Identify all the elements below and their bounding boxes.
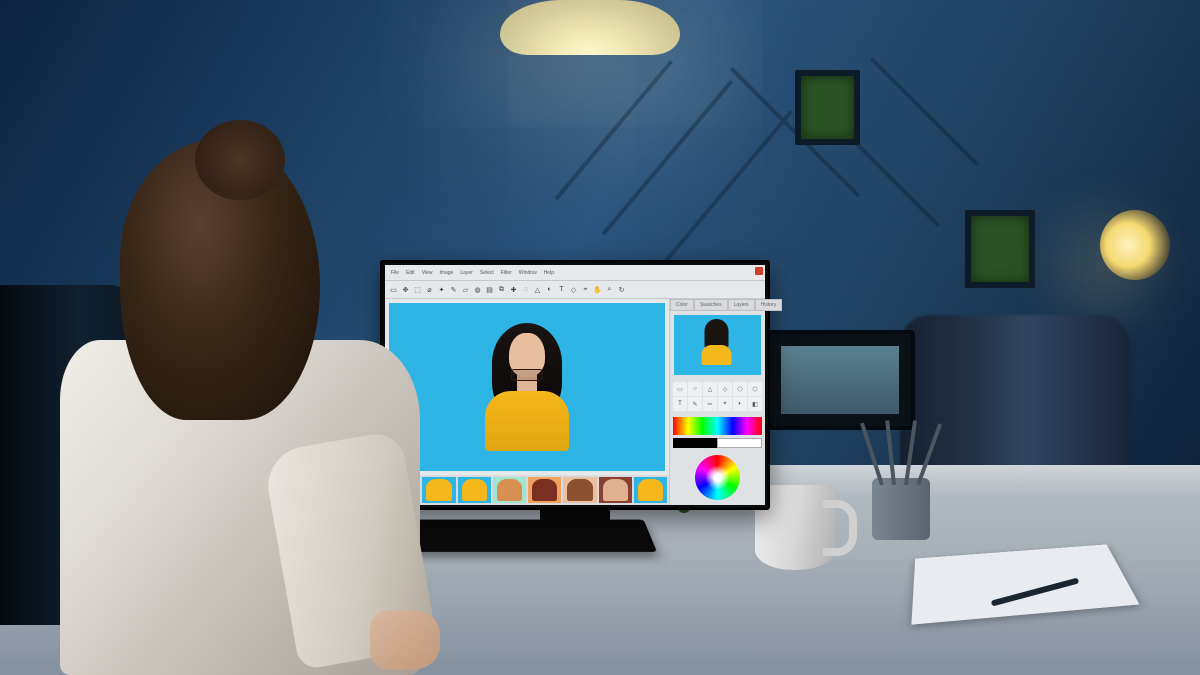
thumbnail[interactable] <box>599 477 632 503</box>
tab-layers[interactable]: Layers <box>728 299 755 311</box>
main-monitor: FileEditViewImageLayerSelectFilterWindow… <box>380 260 770 510</box>
sharpen-icon[interactable]: △ <box>533 285 542 294</box>
text-icon[interactable]: T <box>557 285 566 294</box>
heal-icon[interactable]: ✚ <box>509 285 518 294</box>
tab-swatches[interactable]: Swatches <box>694 299 728 311</box>
close-icon[interactable] <box>755 267 763 275</box>
color-spectrum[interactable] <box>673 417 762 435</box>
tool-cell[interactable]: ⌖ <box>718 397 732 411</box>
thumbnail[interactable] <box>528 477 561 503</box>
tool-cell[interactable]: △ <box>703 382 717 396</box>
thumbnail[interactable] <box>458 477 491 503</box>
moss-panel <box>965 210 1035 288</box>
thumbnail[interactable] <box>422 477 455 503</box>
person-at-desk <box>0 140 420 675</box>
menu-filter[interactable]: Filter <box>499 269 514 277</box>
wand-icon[interactable]: ✦ <box>437 285 446 294</box>
background-monitor <box>765 330 915 430</box>
tool-cell[interactable]: ⬡ <box>748 382 762 396</box>
preview-panel <box>674 315 761 375</box>
thumbnail[interactable] <box>563 477 596 503</box>
eraser-icon[interactable]: ▱ <box>461 285 470 294</box>
clone-icon[interactable]: ⧉ <box>497 285 506 294</box>
tool-palette: ▭○△◇⬠⬡ T✎✂⌖◐◧ <box>670 379 765 414</box>
shape-icon[interactable]: ◇ <box>569 285 578 294</box>
side-panel: ColorSwatchesLayersHistory ▭○△◇⬠⬡T✎✂⌖◐◧ <box>670 299 765 505</box>
rotate-icon[interactable]: ↻ <box>617 285 626 294</box>
tool-cell[interactable]: ◐ <box>733 397 747 411</box>
tool-cell[interactable]: T <box>673 397 687 411</box>
menu-image[interactable]: Image <box>437 269 455 277</box>
tool-cell[interactable]: ⬠ <box>733 382 747 396</box>
pencil-holder <box>872 478 930 540</box>
tab-history[interactable]: History <box>755 299 783 311</box>
lasso-icon[interactable]: ⌀ <box>425 285 434 294</box>
dodge-icon[interactable]: ◐ <box>545 285 554 294</box>
bw-swatches[interactable] <box>673 438 762 448</box>
menu-window[interactable]: Window <box>517 269 539 277</box>
tab-color[interactable]: Color <box>670 299 694 311</box>
zoom-icon[interactable]: ⌕ <box>605 285 614 294</box>
thumbnail[interactable] <box>634 477 667 503</box>
editor-canvas[interactable] <box>389 303 665 471</box>
hand-icon[interactable]: ✋ <box>593 285 602 294</box>
blur-icon[interactable]: ◌ <box>521 285 530 294</box>
menu-select[interactable]: Select <box>478 269 496 277</box>
tool-cell[interactable]: ✂ <box>703 397 717 411</box>
brush-icon[interactable]: ✎ <box>449 285 458 294</box>
eyedrop-icon[interactable]: ⌖ <box>581 285 590 294</box>
tool-cell[interactable]: ○ <box>688 382 702 396</box>
tool-cell[interactable]: ◧ <box>748 397 762 411</box>
color-wheel[interactable] <box>695 455 740 500</box>
desk-lamp <box>1100 210 1170 280</box>
icon-toolbar: ▭✥⬚⌀✦✎▱◍▤⧉✚◌△◐T◇⌖✋⌕↻ <box>385 281 765 299</box>
thumbnail[interactable] <box>493 477 526 503</box>
tool-cell[interactable]: ◇ <box>718 382 732 396</box>
photo-editor-window: FileEditViewImageLayerSelectFilterWindow… <box>385 265 765 505</box>
fill-icon[interactable]: ◍ <box>473 285 482 294</box>
gradient-icon[interactable]: ▤ <box>485 285 494 294</box>
menu-view[interactable]: View <box>420 269 435 277</box>
menu-layer[interactable]: Layer <box>458 269 475 277</box>
menu-help[interactable]: Help <box>542 269 556 277</box>
tool-cell[interactable]: ▭ <box>673 382 687 396</box>
moss-panel <box>795 70 860 145</box>
office-scene: FileEditViewImageLayerSelectFilterWindow… <box>0 0 1200 675</box>
canvas-subject <box>467 311 587 451</box>
menu-bar: FileEditViewImageLayerSelectFilterWindow… <box>385 265 765 281</box>
tool-cell[interactable]: ✎ <box>688 397 702 411</box>
thumbnail-strip <box>385 475 669 505</box>
